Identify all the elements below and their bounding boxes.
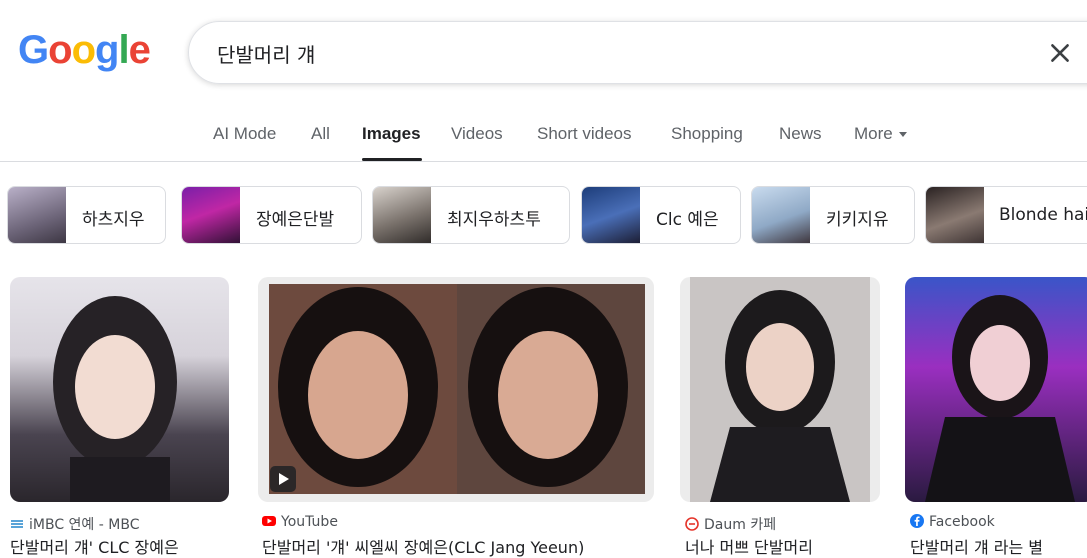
chip-label: 하츠지우 [82, 210, 145, 230]
chip-thumbnail [926, 187, 984, 243]
result-source: Daum 카페 [685, 514, 776, 534]
logo-letter: l [118, 28, 129, 72]
tab-shopping[interactable]: Shopping [671, 124, 743, 144]
google-logo[interactable]: Google [18, 28, 151, 72]
play-icon [270, 466, 296, 492]
chip-thumbnail [752, 187, 810, 243]
result-source-label: YouTube [281, 514, 338, 530]
tab-all[interactable]: All [311, 124, 330, 144]
related-chip[interactable]: 하츠지우 [7, 186, 166, 244]
chip-label: Blonde hair [999, 205, 1087, 225]
related-chip[interactable]: Clc 예은 [581, 186, 741, 244]
logo-letter: o [71, 28, 96, 72]
chip-label: Clc 예은 [656, 210, 719, 230]
result-source-label: Daum 카페 [704, 517, 777, 533]
related-chip[interactable]: 최지우하츠투 [372, 186, 570, 244]
result-source-label: Facebook [929, 514, 995, 530]
result-title: 너나 머쁘 단발머리 [685, 538, 813, 557]
result-thumbnail [10, 277, 229, 502]
logo-letter: g [95, 28, 119, 72]
result-thumbnail [258, 277, 654, 502]
result-source-label: iMBC 연예 - MBC [29, 517, 140, 533]
tab-ai-mode[interactable]: AI Mode [213, 124, 276, 144]
result-thumbnail [680, 277, 880, 502]
portrait-image [925, 295, 1075, 502]
chip-thumbnail [373, 187, 431, 243]
chip-label: 키키지유 [826, 210, 889, 230]
result-source: iMBC 연예 - MBC [10, 514, 139, 534]
logo-letter: o [48, 28, 72, 72]
result-title: 단발머리 '걔' 씨엘씨 장예은(CLC Jang Yeeun) [262, 538, 585, 557]
youtube-icon [262, 516, 276, 526]
portrait-image [690, 277, 870, 502]
result-source: YouTube [262, 514, 338, 530]
portrait-image [53, 296, 177, 502]
divider [0, 161, 1087, 162]
close-icon[interactable] [1047, 40, 1073, 66]
tab-videos[interactable]: Videos [451, 124, 503, 144]
result-thumbnail [905, 277, 1087, 502]
imbc-icon [11, 520, 23, 528]
logo-letter: G [18, 28, 49, 72]
tab-more[interactable]: More [854, 124, 907, 144]
tab-news[interactable]: News [779, 124, 822, 144]
chip-thumbnail [8, 187, 66, 243]
chip-thumbnail [582, 187, 640, 243]
logo-letter: e [128, 28, 151, 72]
tab-short-videos[interactable]: Short videos [537, 124, 632, 144]
video-still-image [269, 284, 645, 494]
daum-icon [685, 517, 699, 531]
search-box [188, 21, 1087, 84]
chip-label: 장예은단발 [256, 210, 335, 230]
chip-label: 최지우하츠투 [447, 210, 541, 230]
result-title: 단발머리 걔' CLC 장예은 [10, 538, 179, 557]
related-chip[interactable]: 키키지유 [751, 186, 915, 244]
chevron-down-icon [898, 132, 907, 138]
tab-more-label: More [854, 124, 893, 143]
result-source: Facebook [910, 514, 995, 530]
related-chip[interactable]: Blonde hair [925, 186, 1087, 244]
related-chip[interactable]: 장예은단발 [181, 186, 362, 244]
chip-thumbnail [182, 187, 240, 243]
tab-images[interactable]: Images [362, 124, 421, 144]
facebook-icon [910, 514, 924, 528]
result-title: 단발머리 걔 라는 별 [910, 538, 1044, 557]
search-input[interactable] [215, 40, 999, 66]
search-tabs: AI Mode All Images Videos Short videos S… [0, 124, 1087, 162]
